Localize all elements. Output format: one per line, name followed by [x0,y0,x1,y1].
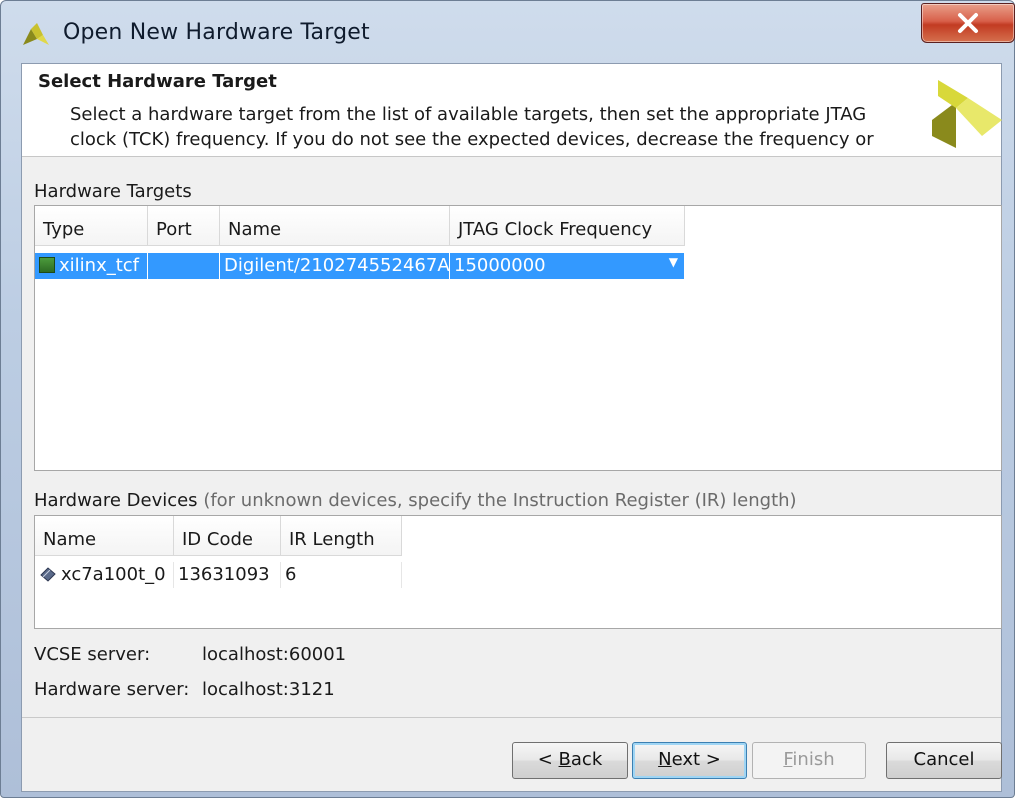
vcse-server-value: localhost:60001 [202,644,347,665]
close-button[interactable] [921,3,1015,43]
divider [22,717,1001,718]
device-ir-length-cell[interactable]: 6 [281,562,402,588]
device-id-code-cell: 13631093 [174,562,281,588]
hardware-devices-title: Hardware Devices [34,490,198,511]
device-name-cell[interactable]: xc7a100t_0 [35,562,174,588]
wizard-header: Select Hardware Target Select a hardware… [22,64,1002,157]
hardware-server-value: localhost:3121 [202,679,335,700]
vcse-server-info: VCSE server: localhost:60001 [34,644,346,665]
target-type: xilinx_tcf [59,255,140,276]
table-header: Type Port Name JTAG Clock Frequency [35,206,685,246]
title-bar[interactable]: Open New Hardware Target [1,1,1016,63]
dropdown-arrow-icon[interactable]: ▼ [669,255,678,269]
table-header: Name ID Code IR Length [35,516,402,556]
hardware-server-label: Hardware server: [34,679,190,700]
hardware-devices-hint: (for unknown devices, specify the Instru… [203,490,797,511]
table-row[interactable]: xilinx_tcf Digilent/210274552467A 150000… [35,253,685,279]
column-header-port[interactable]: Port [148,206,220,246]
page-description: Select a hardware target from the list o… [70,104,874,150]
column-header-type[interactable]: Type [35,206,148,246]
hardware-devices-table[interactable]: Name ID Code IR Length xc7a100t_0 136310… [34,515,1002,629]
target-type-cell[interactable]: xilinx_tcf [35,253,148,279]
hardware-targets-label: Hardware Targets [34,181,192,202]
finish-button[interactable]: Finish [752,742,866,779]
jtag-frequency-value: 15000000 [454,255,546,276]
close-icon [958,13,978,33]
column-header-device-name[interactable]: Name [35,516,174,556]
column-header-id-code[interactable]: ID Code [174,516,281,556]
hardware-targets-table[interactable]: Type Port Name JTAG Clock Frequency xili… [34,205,1002,471]
device-chip-icon [39,566,57,582]
hardware-server-info: Hardware server: localhost:3121 [34,679,335,700]
window-title: Open New Hardware Target [63,20,370,45]
back-button[interactable]: < Back [512,742,628,779]
xilinx-logo-icon [932,80,1002,148]
next-button[interactable]: Next > [632,742,747,779]
jtag-frequency-dropdown[interactable]: 15000000 ▼ [450,253,685,279]
hardware-devices-label: Hardware Devices (for unknown devices, s… [34,490,797,511]
dialog-window: Open New Hardware Target Select Hardware… [0,0,1015,798]
vcse-server-label: VCSE server: [34,644,151,665]
target-name-cell[interactable]: Digilent/210274552467A [220,253,450,279]
device-name: xc7a100t_0 [61,564,166,585]
target-port-cell[interactable] [148,253,220,279]
hardware-target-icon [39,257,55,273]
page-title: Select Hardware Target [38,71,277,92]
column-header-ir-length[interactable]: IR Length [281,516,402,556]
xilinx-app-icon [23,23,49,45]
table-row[interactable]: xc7a100t_0 13631093 6 [35,562,402,588]
cancel-button[interactable]: Cancel [886,742,1002,779]
column-header-name[interactable]: Name [220,206,450,246]
column-header-jtag-frequency[interactable]: JTAG Clock Frequency [450,206,685,246]
dialog-content: Select Hardware Target Select a hardware… [21,63,1002,792]
